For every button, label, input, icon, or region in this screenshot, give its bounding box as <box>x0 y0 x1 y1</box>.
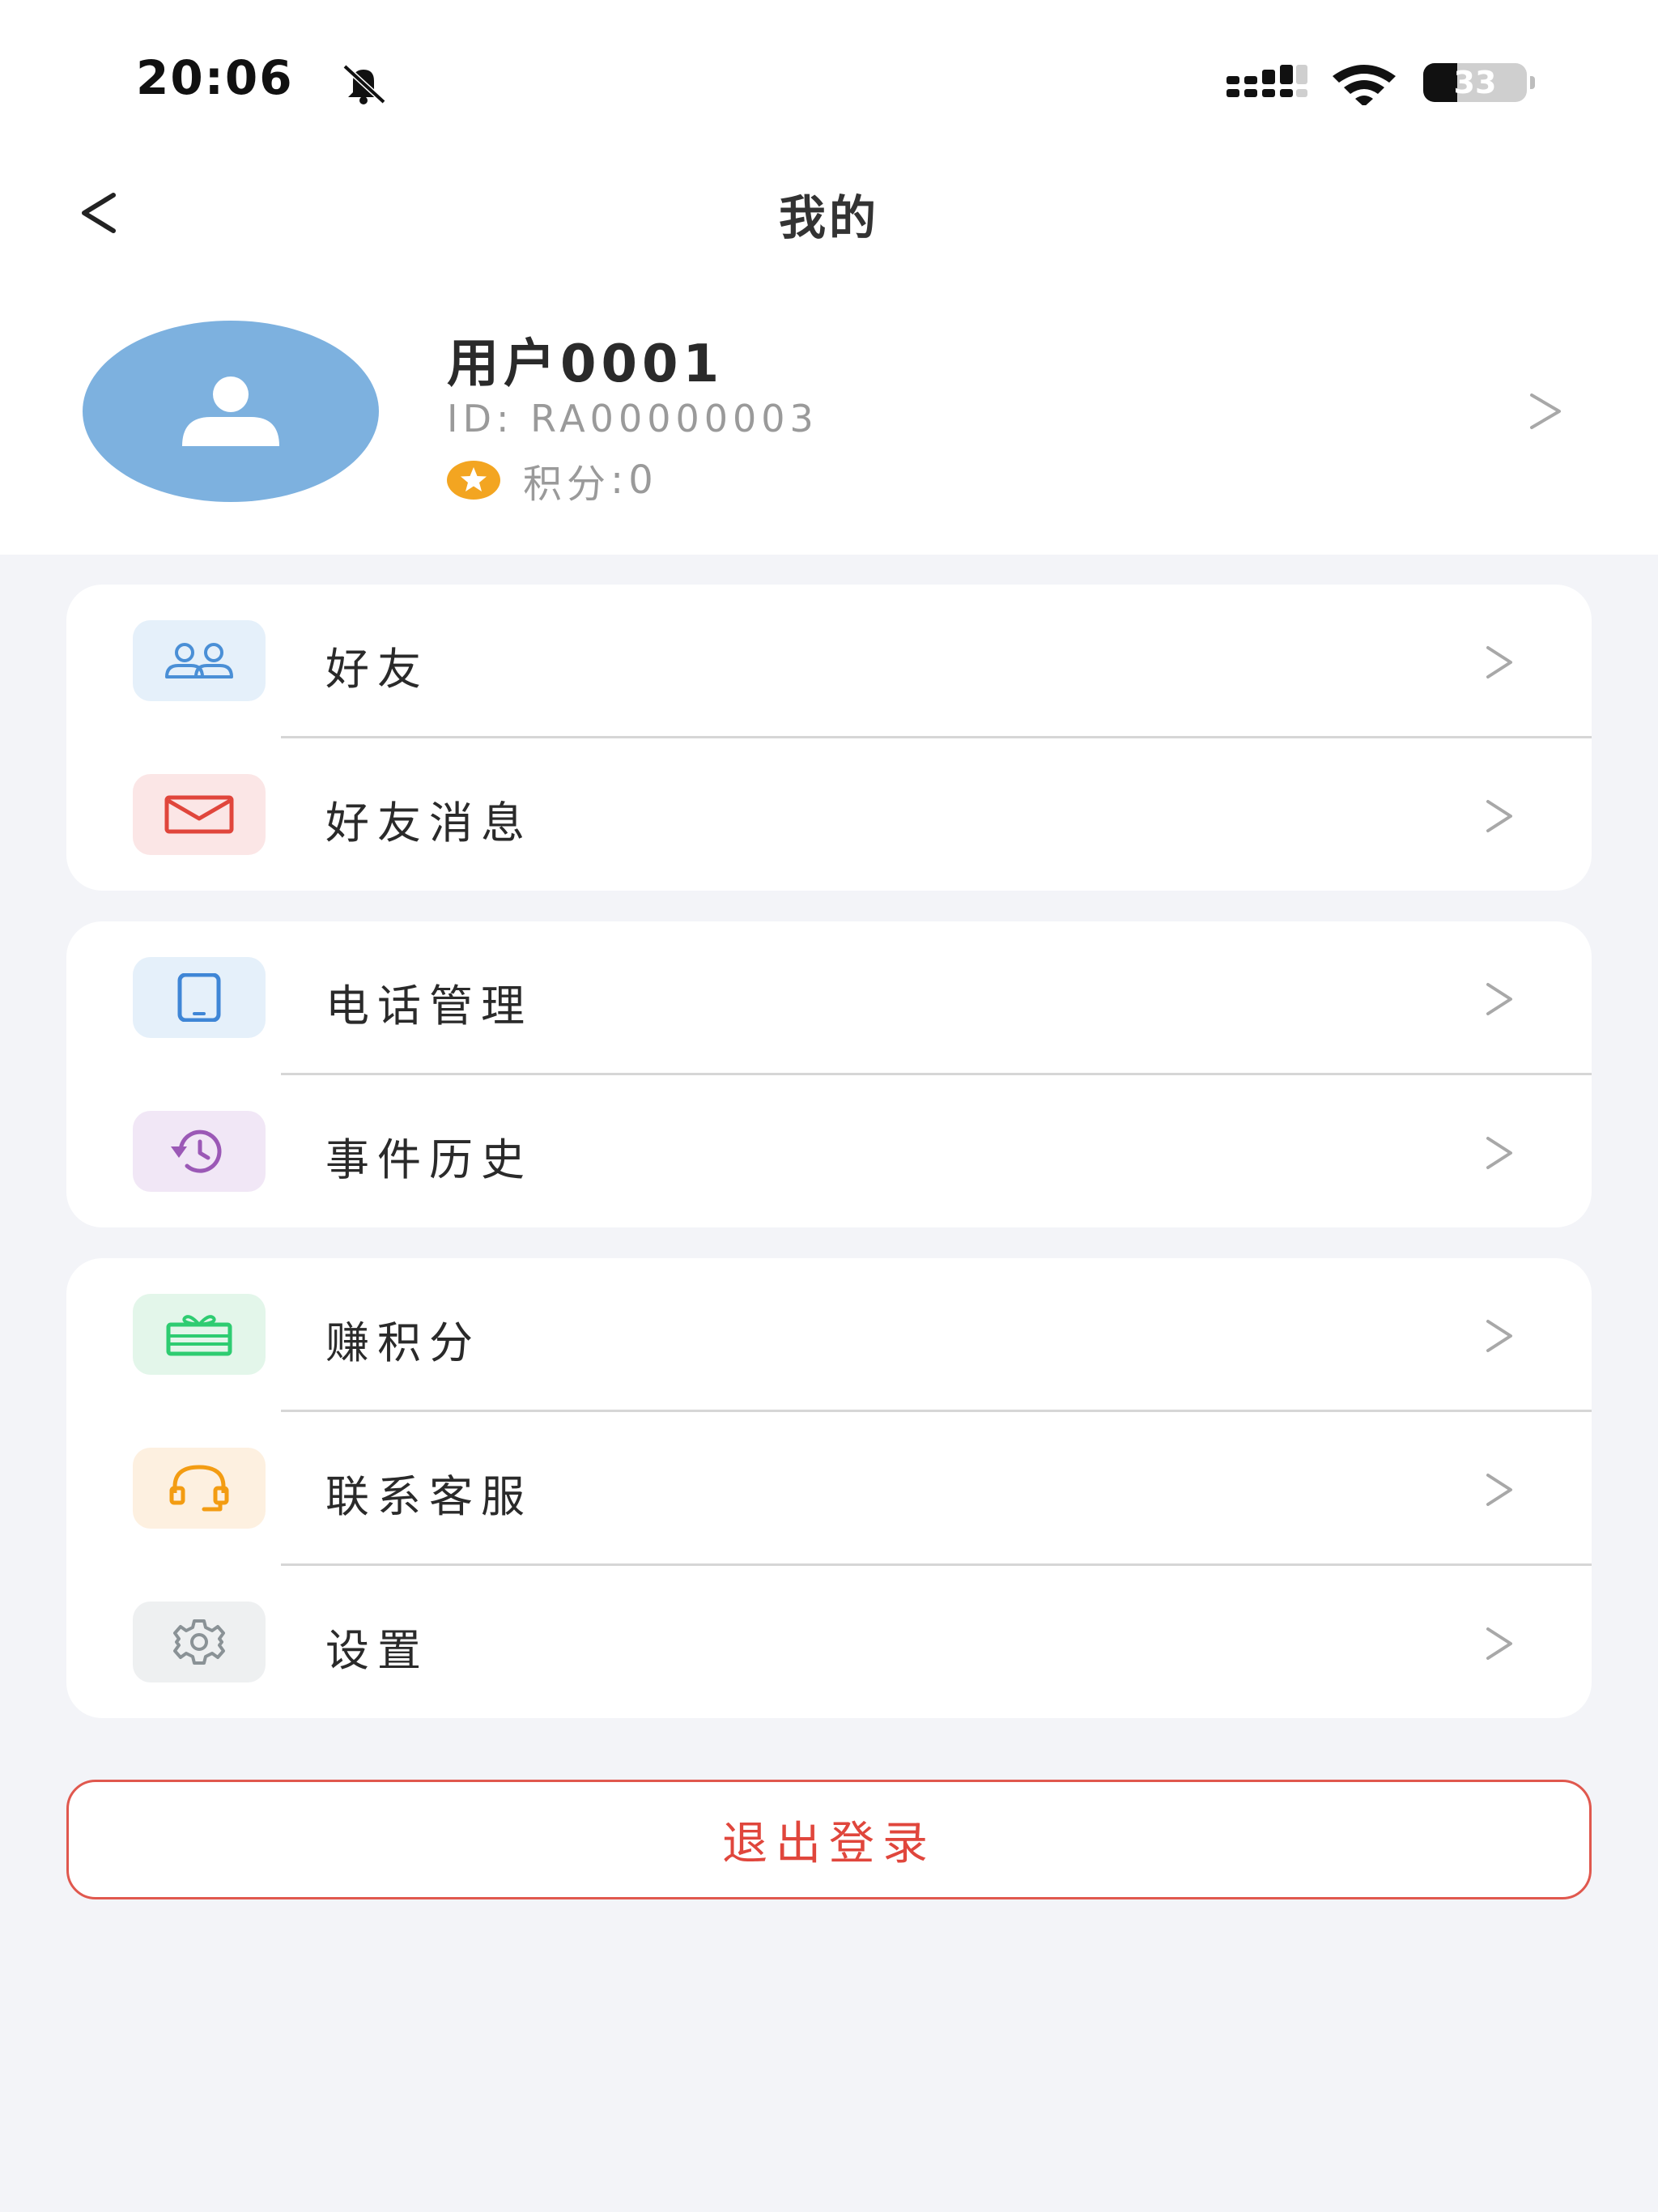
support-icon-box <box>133 1448 266 1529</box>
card-phone: 电话管理 事件历史 <box>66 921 1592 1227</box>
card-services: 赚积分 联系客服 设置 <box>66 1258 1592 1718</box>
friends-icon <box>165 643 233 678</box>
messages-icon-box <box>133 774 266 855</box>
settings-icon-box <box>133 1602 266 1682</box>
menu-item-label: 电话管理 <box>325 981 533 1032</box>
profile-header[interactable]: 用户0001 ID: RA00000003 积分 : 0 <box>0 308 1658 526</box>
gear-icon <box>173 1619 225 1665</box>
wifi-icon <box>1333 65 1396 105</box>
menu-item-label: 赚积分 <box>325 1317 481 1368</box>
points-value: 0 <box>628 457 658 503</box>
battery-nub <box>1530 76 1535 89</box>
menu-item-label: 事件历史 <box>325 1134 533 1185</box>
mail-icon <box>164 795 234 834</box>
points-icon-box <box>133 1294 266 1375</box>
bell-muted-icon <box>342 64 386 104</box>
battery-percentage: 33 <box>1453 65 1497 100</box>
menu-item-label: 设置 <box>325 1625 429 1676</box>
chevron-right-icon <box>1486 1320 1512 1352</box>
avatar[interactable] <box>83 321 379 502</box>
phone-icon-box <box>133 957 266 1038</box>
menu-item-friends[interactable]: 好友 <box>66 585 1592 738</box>
menu-item-event-history[interactable]: 事件历史 <box>66 1075 1592 1229</box>
user-id: ID: RA00000003 <box>447 397 818 440</box>
star-badge-icon <box>447 461 500 500</box>
status-bar: 20:06 33 <box>0 0 1658 162</box>
menu-item-settings[interactable]: 设置 <box>66 1566 1592 1720</box>
points-separator: : <box>610 457 629 503</box>
chevron-right-icon <box>1486 983 1512 1015</box>
card-social: 好友 好友消息 <box>66 585 1592 891</box>
username: 用户0001 <box>447 334 725 394</box>
chevron-right-icon <box>1486 646 1512 678</box>
logout-button[interactable]: 退出登录 <box>66 1780 1592 1899</box>
points-label: 积分 <box>523 462 611 507</box>
battery-indicator: 33 <box>1423 63 1537 102</box>
gift-icon <box>166 1315 232 1356</box>
tablet-icon <box>177 973 221 1022</box>
history-icon-box <box>133 1111 266 1192</box>
chevron-right-icon <box>1486 1474 1512 1506</box>
headset-icon <box>169 1465 229 1512</box>
status-time: 20:06 <box>136 50 294 105</box>
page-title: 我的 <box>778 190 879 245</box>
history-icon <box>171 1129 222 1173</box>
chevron-right-icon <box>1486 800 1512 832</box>
menu-item-label: 好友 <box>325 644 429 695</box>
points-row: 积分 : 0 <box>447 452 658 508</box>
friends-icon-box <box>133 620 266 701</box>
menu-item-label: 联系客服 <box>325 1471 533 1522</box>
menu-item-friend-messages[interactable]: 好友消息 <box>66 738 1592 892</box>
battery-body: 33 <box>1423 63 1527 102</box>
chevron-right-icon <box>1530 393 1561 429</box>
chevron-right-icon <box>1486 1137 1512 1169</box>
menu-item-contact-support[interactable]: 联系客服 <box>66 1412 1592 1566</box>
menu-item-label: 好友消息 <box>325 798 533 849</box>
menu-item-earn-points[interactable]: 赚积分 <box>66 1258 1592 1412</box>
user-icon <box>182 376 279 446</box>
cellular-signal-icon <box>1226 65 1307 97</box>
chevron-right-icon <box>1486 1627 1512 1660</box>
menu-item-phone-management[interactable]: 电话管理 <box>66 921 1592 1075</box>
